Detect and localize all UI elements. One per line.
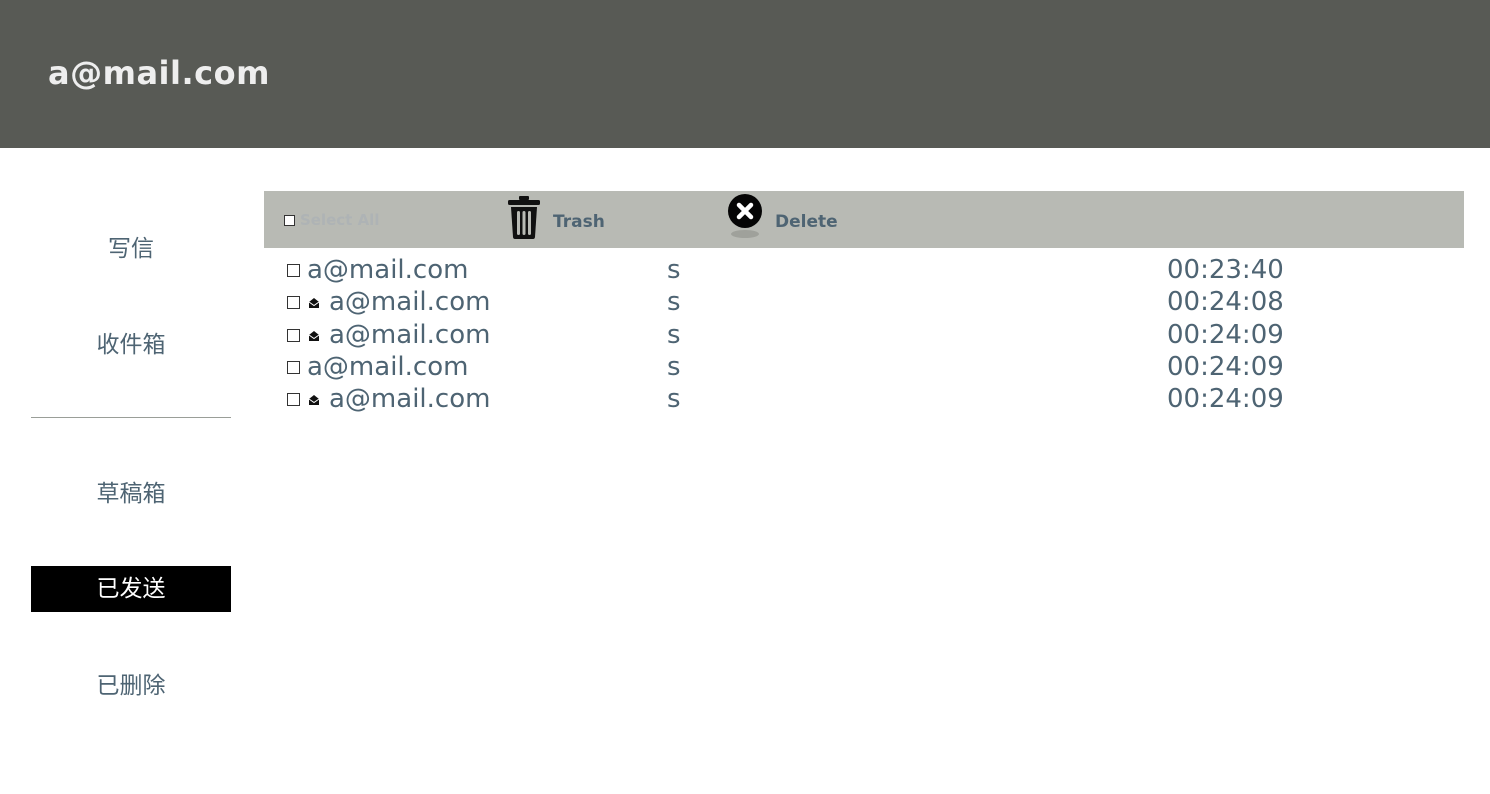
mail-from: a@mail.com (329, 384, 491, 414)
mail-subject: s (667, 352, 681, 382)
delete-label: Delete (775, 212, 838, 232)
mail-checkbox[interactable] (287, 296, 300, 309)
mail-from: a@mail.com (329, 320, 491, 350)
sidebar-divider (31, 417, 231, 418)
mail-subject: s (667, 384, 681, 414)
mail-row[interactable]: a@mail.com s 00:24:08 (287, 286, 1437, 318)
trash-can-icon (507, 195, 541, 243)
mail-checkbox[interactable] (287, 264, 300, 277)
mail-row[interactable]: a@mail.com s 00:24:09 (287, 319, 1437, 351)
envelope-icon (308, 391, 320, 410)
mail-checkbox[interactable] (287, 393, 300, 406)
select-all-checkbox[interactable] (284, 214, 295, 226)
mail-toolbar: Select All Trash Delete (264, 191, 1464, 248)
envelope-icon (308, 294, 320, 313)
trash-label: Trash (553, 212, 605, 232)
mail-time: 00:24:09 (1167, 352, 1284, 382)
select-all[interactable]: Select All (284, 211, 379, 229)
sidebar-item-drafts[interactable]: 草稿箱 (31, 471, 231, 517)
mail-row[interactable]: a@mail.com s 00:23:40 (287, 254, 1437, 286)
mail-time: 00:23:40 (1167, 255, 1284, 285)
mail-from: a@mail.com (329, 287, 491, 317)
mail-checkbox[interactable] (287, 361, 300, 374)
close-circle-icon (727, 193, 763, 245)
delete-button[interactable]: Delete (727, 193, 838, 245)
sidebar-item-compose[interactable]: 写信 (31, 226, 231, 272)
mail-time: 00:24:09 (1167, 384, 1284, 414)
mail-subject: s (667, 287, 681, 317)
envelope-icon (308, 327, 320, 346)
select-all-label: Select All (300, 211, 380, 229)
sidebar-item-deleted[interactable]: 已删除 (31, 663, 231, 709)
mail-row[interactable]: a@mail.com s 00:24:09 (287, 383, 1437, 415)
mail-checkbox[interactable] (287, 329, 300, 342)
mail-subject: s (667, 255, 681, 285)
mail-subject: s (667, 320, 681, 350)
sidebar-item-sent[interactable]: 已发送 (31, 566, 231, 612)
mail-from: a@mail.com (307, 255, 469, 285)
mail-time: 00:24:09 (1167, 320, 1284, 350)
app-header: a@mail.com (0, 0, 1490, 148)
mail-from: a@mail.com (307, 352, 469, 382)
trash-button[interactable]: Trash (507, 195, 605, 243)
account-title: a@mail.com (48, 54, 270, 92)
mail-time: 00:24:08 (1167, 287, 1284, 317)
sidebar-item-inbox[interactable]: 收件箱 (31, 322, 231, 368)
mail-row[interactable]: a@mail.com s 00:24:09 (287, 351, 1437, 383)
